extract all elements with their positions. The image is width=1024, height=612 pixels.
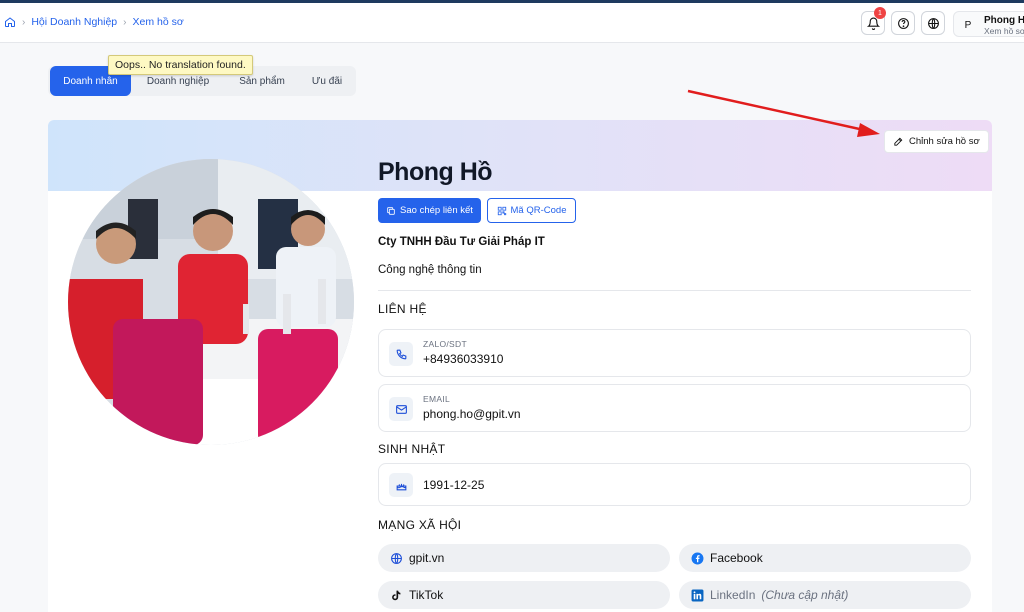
tiktok-label: TikTok [409, 588, 444, 602]
phone-label: ZALO/SDT [423, 339, 467, 349]
copy-link-button[interactable]: Sao chép liên kết [378, 198, 481, 223]
divider [378, 290, 971, 291]
email-label: EMAIL [423, 394, 451, 404]
linkedin-icon [691, 589, 704, 601]
cake-icon [389, 473, 413, 497]
edit-profile-label: Chỉnh sửa hồ sơ [909, 136, 980, 147]
social-facebook-link[interactable]: Facebook [679, 544, 971, 572]
linkedin-status-note: (Chưa cập nhật) [761, 588, 849, 602]
translation-tooltip: Oops.. No translation found. [108, 55, 253, 75]
company-name: Cty TNHH Đầu Tư Giải Pháp IT [378, 236, 545, 248]
breadcrumb-item-view-profile[interactable]: Xem hồ sơ [133, 16, 184, 28]
birthday-value: 1991-12-25 [423, 478, 485, 492]
phone-value[interactable]: +84936033910 [423, 352, 503, 366]
copy-link-label: Sao chép liên kết [400, 205, 473, 216]
linkedin-label: LinkedIn [710, 588, 756, 602]
home-icon[interactable] [4, 16, 16, 28]
social-section-title: MẠNG XÃ HỘI [378, 518, 462, 532]
facebook-icon [691, 552, 704, 564]
notification-button[interactable]: 1 [861, 7, 886, 35]
user-menu-button[interactable]: P Phong Hồ Xem hồ sơ [953, 11, 1024, 37]
edit-profile-button[interactable]: Chỉnh sửa hồ sơ [884, 130, 989, 153]
phone-card: ZALO/SDT +84936033910 [378, 329, 971, 377]
user-name: Phong Hồ [984, 15, 1024, 26]
breadcrumb: › Hội Doanh Nghiệp › Xem hồ sơ [4, 16, 184, 28]
notification-badge: 1 [874, 7, 886, 19]
email-card: EMAIL phong.ho@gpit.vn [378, 384, 971, 432]
facebook-label: Facebook [710, 551, 763, 565]
social-tiktok-link[interactable]: TikTok [378, 581, 670, 609]
phone-icon [389, 342, 413, 366]
chevron-right-icon: › [22, 16, 26, 28]
email-value[interactable]: phong.ho@gpit.vn [423, 407, 521, 421]
social-linkedin-link[interactable]: LinkedIn (Chưa cập nhật) [679, 581, 971, 609]
profile-photo-illustration [68, 159, 354, 445]
website-label: gpit.vn [409, 551, 445, 565]
help-circle-icon [897, 17, 909, 29]
qr-code-icon [497, 206, 506, 215]
breadcrumb-item-business-association[interactable]: Hội Doanh Nghiệp [31, 16, 117, 28]
profile-name: Phong Hồ [378, 158, 493, 186]
globe-icon [391, 552, 402, 564]
tab-offers[interactable]: Ưu đãi [304, 66, 350, 96]
birthday-card: 1991-12-25 [378, 463, 971, 506]
qr-code-button[interactable]: Mã QR-Code [487, 198, 576, 223]
contact-section-title: LIÊN HỆ [378, 302, 427, 316]
qr-code-label: Mã QR-Code [510, 205, 567, 216]
user-avatar: P [964, 19, 972, 31]
help-button[interactable] [891, 11, 915, 35]
pencil-icon [894, 137, 903, 146]
birthday-section-title: SINH NHẬT [378, 442, 446, 456]
mail-icon [389, 397, 413, 421]
copy-icon [387, 206, 395, 215]
globe-icon [927, 17, 939, 29]
chevron-right-icon: › [123, 16, 127, 28]
social-website-link[interactable]: gpit.vn [378, 544, 670, 572]
tiktok-icon [392, 590, 401, 600]
language-button[interactable] [921, 11, 945, 35]
top-bar: › Hội Doanh Nghiệp › Xem hồ sơ 1 P Phong… [0, 3, 1024, 43]
industry: Công nghệ thông tin [378, 264, 482, 276]
profile-photo [68, 159, 354, 445]
user-subtitle: Xem hồ sơ [984, 26, 1024, 36]
